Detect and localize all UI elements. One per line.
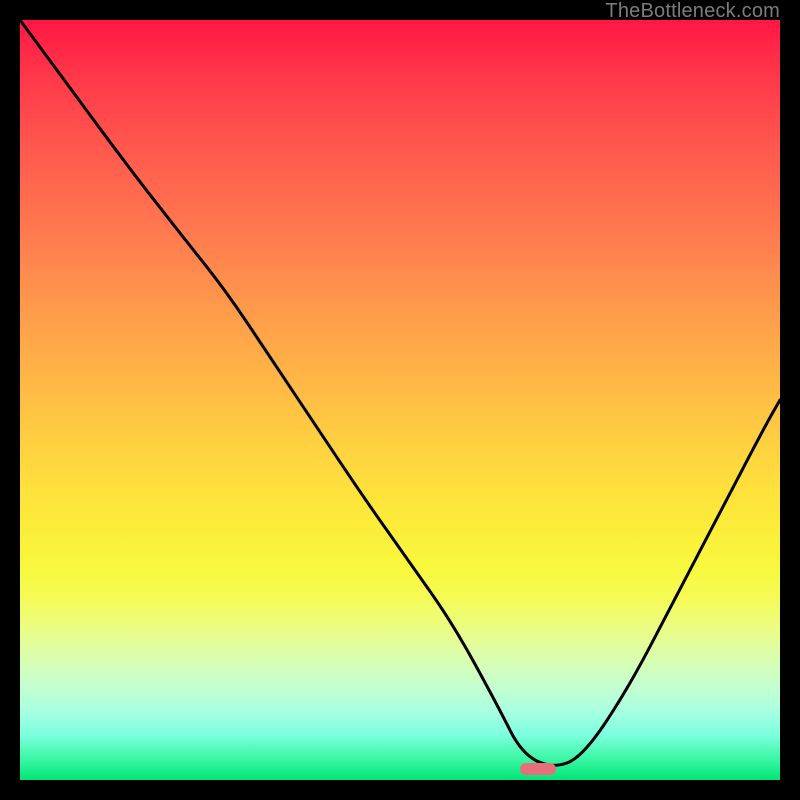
optimal-marker bbox=[520, 763, 556, 775]
curve-layer bbox=[20, 20, 780, 780]
plot-area bbox=[20, 20, 780, 780]
outer-frame: TheBottleneck.com bbox=[0, 0, 800, 800]
bottleneck-curve bbox=[20, 20, 780, 765]
